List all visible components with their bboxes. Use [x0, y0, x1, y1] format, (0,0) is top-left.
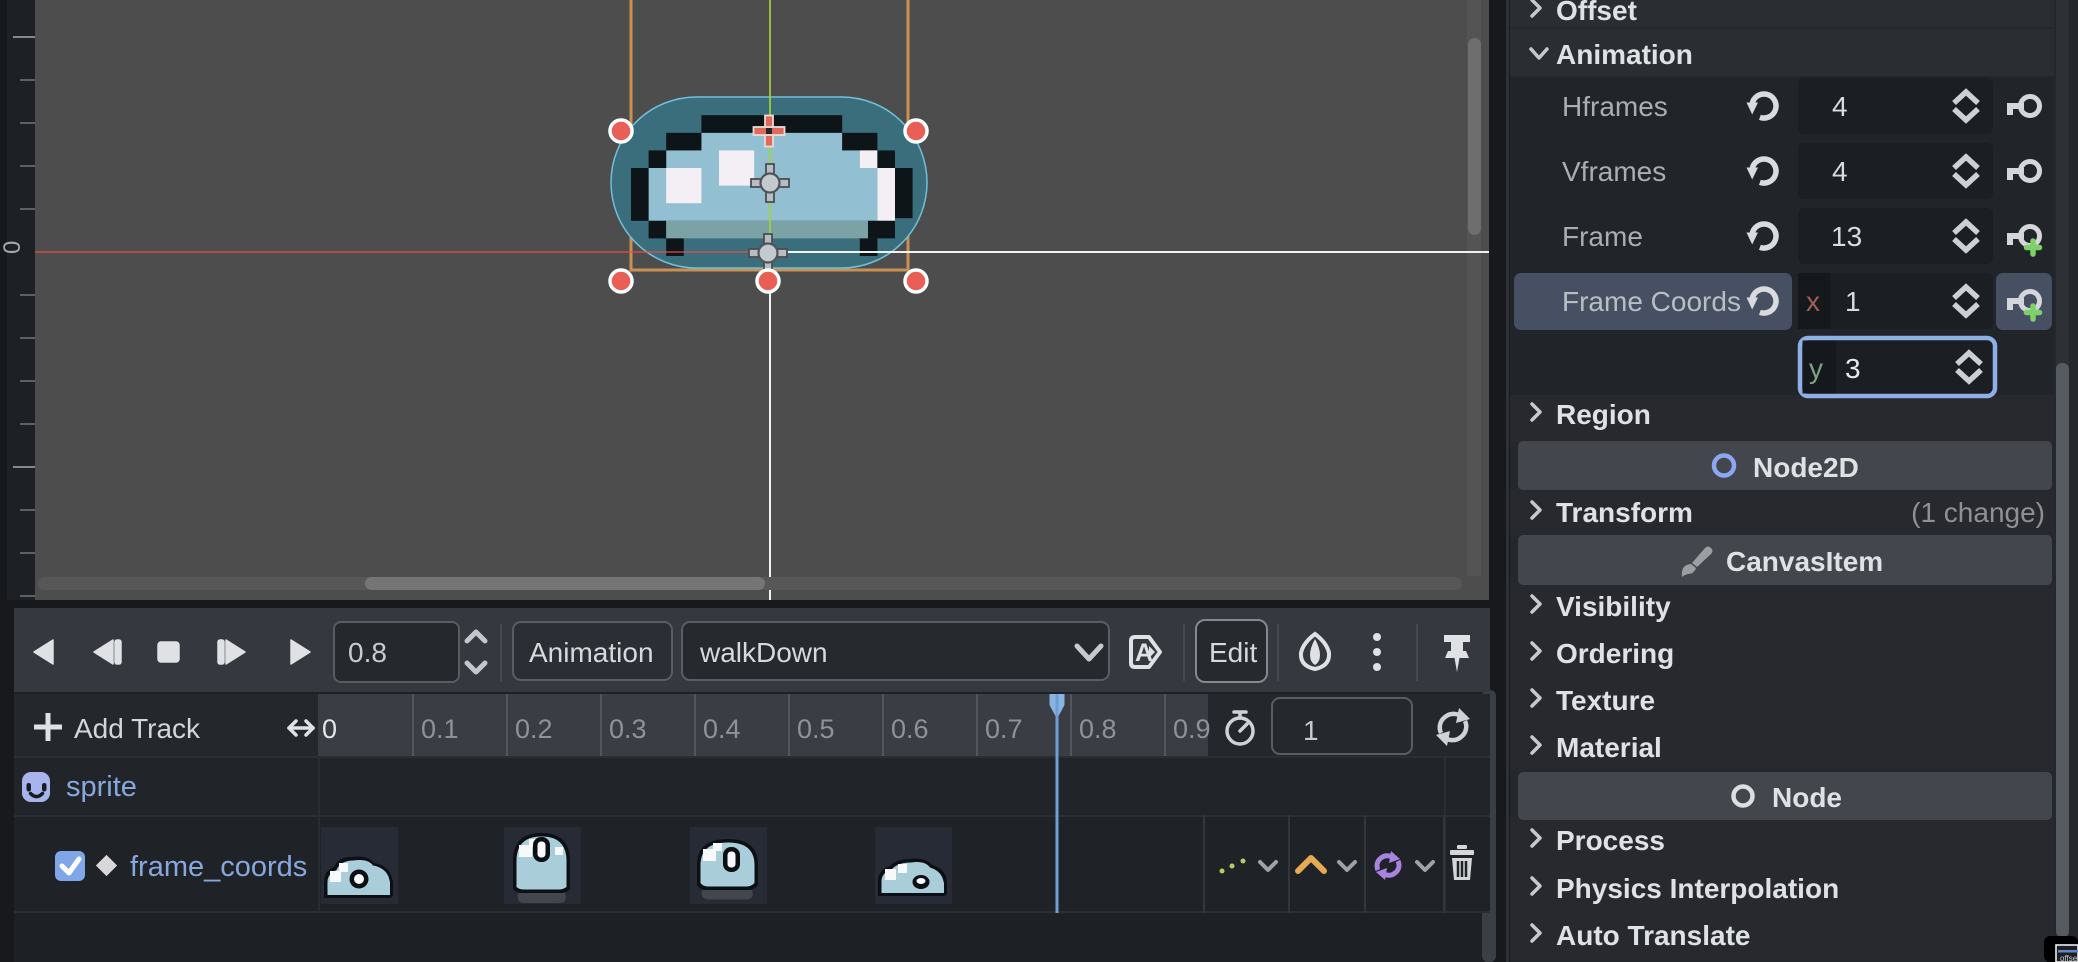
svg-text:Hframes: Hframes: [1562, 91, 1668, 122]
svg-text:Animation: Animation: [1556, 39, 1693, 70]
svg-text:1: 1: [1845, 286, 1861, 317]
svg-text:CanvasItem: CanvasItem: [1726, 546, 1883, 577]
svg-text:Visibility: Visibility: [1556, 591, 1671, 622]
svg-text:Frame: Frame: [1562, 221, 1643, 252]
svg-text:y: y: [1809, 353, 1823, 384]
svg-text:0.5: 0.5: [797, 714, 835, 744]
svg-text:0.1: 0.1: [421, 714, 459, 744]
svg-text:13: 13: [1831, 221, 1862, 252]
svg-text:0.7: 0.7: [985, 714, 1023, 744]
svg-text:x: x: [1806, 286, 1820, 317]
svg-text:1: 1: [1303, 715, 1319, 746]
svg-text:Texture: Texture: [1556, 685, 1655, 716]
svg-text:Edit: Edit: [1209, 637, 1257, 668]
svg-text:walkDown: walkDown: [699, 637, 828, 668]
svg-text:0.8: 0.8: [348, 637, 387, 668]
svg-text:0.6: 0.6: [891, 714, 929, 744]
svg-text:Node: Node: [1772, 782, 1842, 813]
svg-text:0.8: 0.8: [1079, 714, 1117, 744]
svg-text:0.4: 0.4: [703, 714, 741, 744]
svg-text:0.9: 0.9: [1173, 714, 1211, 744]
svg-text:0: 0: [322, 714, 337, 744]
svg-text:(1 change): (1 change): [1911, 497, 2045, 528]
svg-text:Transform: Transform: [1556, 497, 1693, 528]
svg-text:frame_coords: frame_coords: [130, 851, 307, 883]
svg-text:Node2D: Node2D: [1753, 452, 1859, 483]
svg-text:Auto Translate: Auto Translate: [1556, 920, 1750, 951]
svg-text:Offset: Offset: [1556, 0, 1637, 26]
svg-text:4: 4: [1832, 91, 1848, 122]
svg-text:0.2: 0.2: [515, 714, 553, 744]
svg-text:Animation: Animation: [529, 637, 654, 668]
svg-text:sprite: sprite: [66, 771, 137, 803]
svg-text:offse: offse: [2060, 954, 2078, 962]
svg-text:Vframes: Vframes: [1562, 156, 1666, 187]
svg-text:Region: Region: [1556, 399, 1651, 430]
svg-text:Material: Material: [1556, 732, 1662, 763]
svg-text:Add Track: Add Track: [74, 713, 201, 744]
svg-text:0: 0: [0, 241, 26, 254]
svg-text:Frame Coords: Frame Coords: [1562, 286, 1741, 317]
svg-text:4: 4: [1832, 156, 1848, 187]
svg-text:0.3: 0.3: [609, 714, 647, 744]
svg-text:Ordering: Ordering: [1556, 638, 1674, 669]
svg-text:3: 3: [1845, 353, 1861, 384]
svg-text:Process: Process: [1556, 825, 1665, 856]
svg-text:Physics Interpolation: Physics Interpolation: [1556, 873, 1839, 904]
